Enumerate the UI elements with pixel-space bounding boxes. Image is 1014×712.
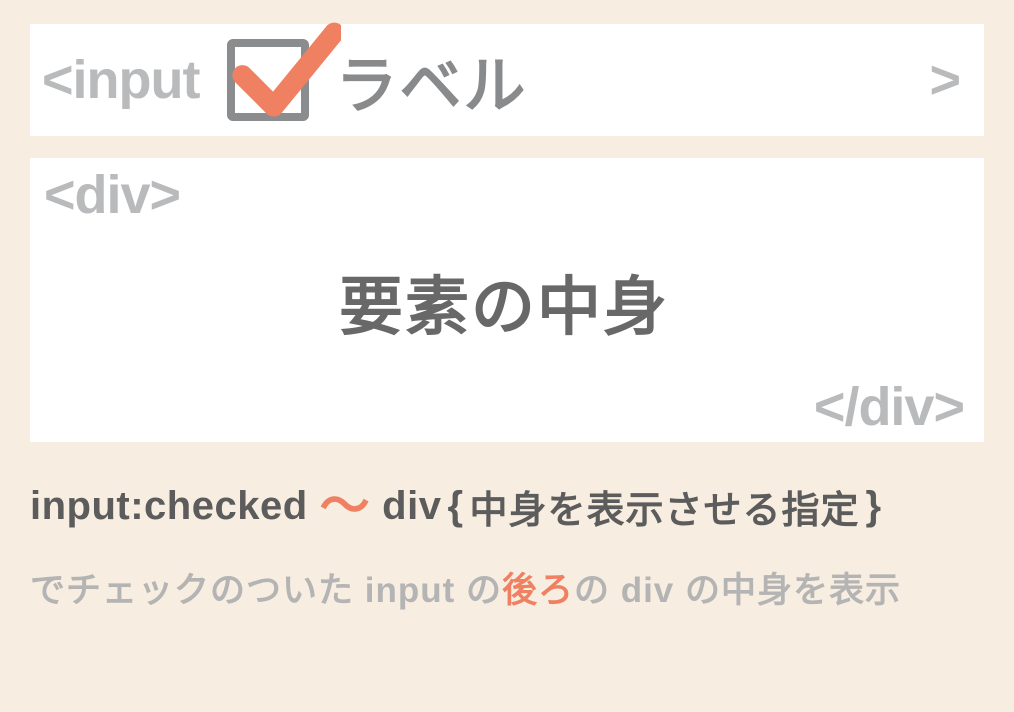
explanation-part2: の div の中身を表示 [574, 571, 901, 610]
div-row: <div> 要素の中身 </div> [30, 158, 984, 442]
div-open-tag: <div> [44, 164, 964, 226]
explanation-part1: でチェックのついた input の [30, 571, 502, 610]
rule-text: 中身を表示させる指定 [470, 479, 860, 534]
input-close-tag: > [929, 49, 960, 111]
css-rule-caption: input:checked 〜 div { 中身を表示させる指定 } [30, 470, 984, 542]
div-content: 要素の中身 [44, 226, 964, 376]
tilde-icon: 〜 [314, 466, 377, 538]
brace-open: { [447, 484, 463, 529]
selector-right: div [382, 484, 441, 529]
input-open-tag: <input [42, 49, 199, 111]
explanation-accent: 後ろ [502, 571, 574, 610]
div-close-tag: </div> [44, 376, 964, 442]
brace-close: } [866, 484, 882, 529]
selector-left: input:checked [30, 484, 308, 529]
checkbox-icon [227, 39, 309, 121]
input-row: <input ラベル > [30, 24, 984, 136]
explanation-caption: でチェックのついた input の後ろの div の中身を表示 [30, 562, 984, 613]
checkbox-label: ラベル [335, 35, 527, 125]
